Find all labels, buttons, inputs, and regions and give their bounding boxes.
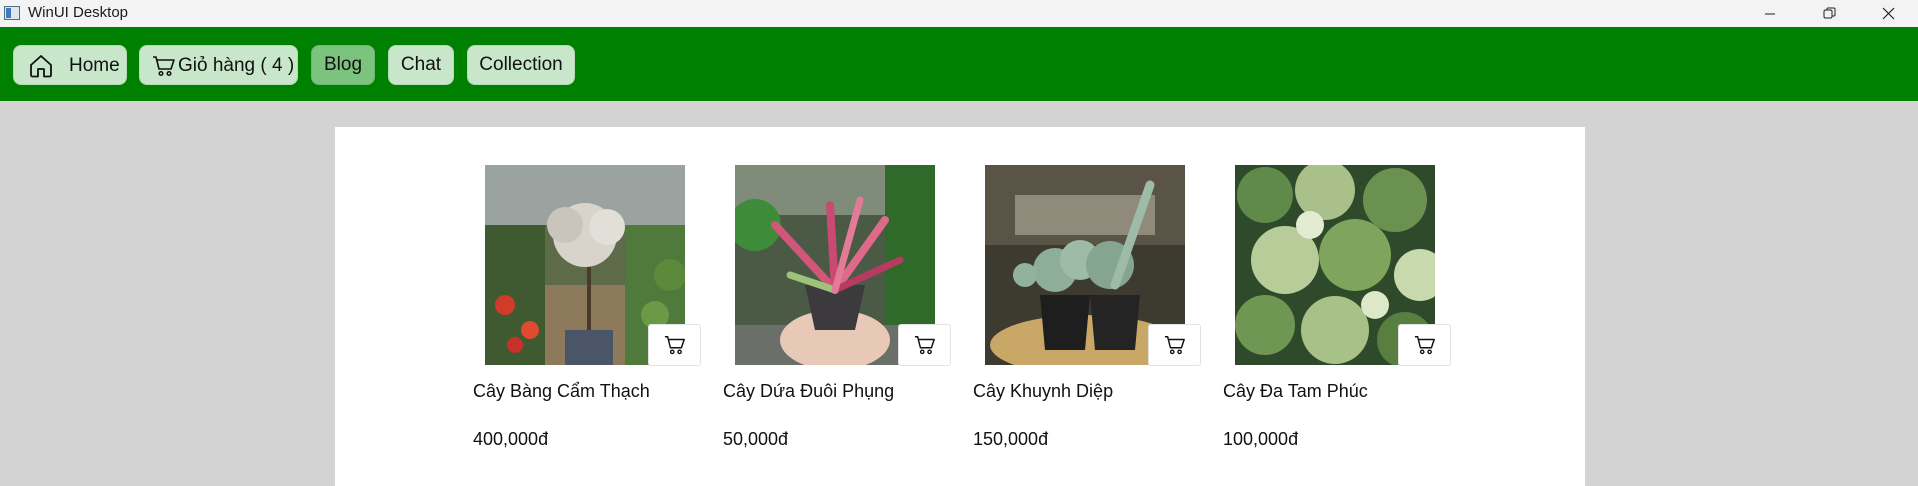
cart-icon bbox=[1164, 336, 1185, 355]
product-price: 400,000đ bbox=[473, 429, 549, 449]
title-bar: WinUI Desktop bbox=[0, 0, 1918, 27]
close-icon bbox=[1882, 7, 1894, 20]
cart-icon bbox=[914, 336, 935, 355]
minimize-icon bbox=[1765, 13, 1775, 14]
blog-label: Blog bbox=[323, 54, 363, 75]
product-name: Cây Dứa Đuôi Phụng bbox=[723, 381, 895, 401]
home-icon bbox=[30, 55, 52, 78]
add-to-cart-button[interactable] bbox=[1398, 324, 1451, 366]
product-name: Cây Bàng Cẩm Thạch bbox=[473, 381, 650, 401]
product-price: 50,000đ bbox=[723, 429, 789, 449]
chat-label: Chat bbox=[400, 54, 442, 75]
product-panel: Cây Bàng Cẩm Thạch 400,000đ Cây Dứa Đuôi… bbox=[335, 127, 1585, 486]
blog-button[interactable]: Blog bbox=[311, 45, 375, 85]
home-label: Home bbox=[69, 55, 120, 76]
cart-label: Giỏ hàng ( 4 ) bbox=[178, 55, 295, 76]
app-icon bbox=[4, 6, 20, 20]
cart-icon bbox=[1414, 336, 1435, 355]
add-to-cart-button[interactable] bbox=[1148, 324, 1201, 366]
collection-label: Collection bbox=[479, 54, 563, 75]
cart-icon bbox=[153, 56, 175, 77]
product-price: 100,000đ bbox=[1223, 429, 1299, 449]
add-to-cart-button[interactable] bbox=[648, 324, 701, 366]
add-to-cart-button[interactable] bbox=[898, 324, 951, 366]
cart-button[interactable]: Giỏ hàng ( 4 ) bbox=[139, 45, 298, 85]
window-title: WinUI Desktop bbox=[28, 4, 129, 21]
product-card[interactable]: Cây Khuynh Diệp 150,000đ bbox=[973, 127, 1213, 486]
chat-button[interactable]: Chat bbox=[388, 45, 454, 85]
restore-icon bbox=[1823, 7, 1835, 19]
minimize-button[interactable] bbox=[1741, 0, 1799, 27]
product-card[interactable]: Cây Dứa Đuôi Phụng 50,000đ bbox=[723, 127, 963, 486]
nav-bar: Home Giỏ hàng ( 4 ) Blog Chat Collection bbox=[0, 27, 1918, 101]
close-button[interactable] bbox=[1859, 0, 1917, 27]
restore-button[interactable] bbox=[1800, 0, 1858, 27]
product-card[interactable]: Cây Bàng Cẩm Thạch 400,000đ bbox=[473, 127, 713, 486]
cart-icon bbox=[664, 336, 685, 355]
product-card[interactable]: Cây Đa Tam Phúc 100,000đ bbox=[1223, 127, 1463, 486]
product-price: 150,000đ bbox=[973, 429, 1049, 449]
product-name: Cây Khuynh Diệp bbox=[973, 381, 1114, 401]
product-name: Cây Đa Tam Phúc bbox=[1223, 381, 1368, 401]
collection-button[interactable]: Collection bbox=[467, 45, 575, 85]
home-button[interactable]: Home bbox=[13, 45, 127, 85]
